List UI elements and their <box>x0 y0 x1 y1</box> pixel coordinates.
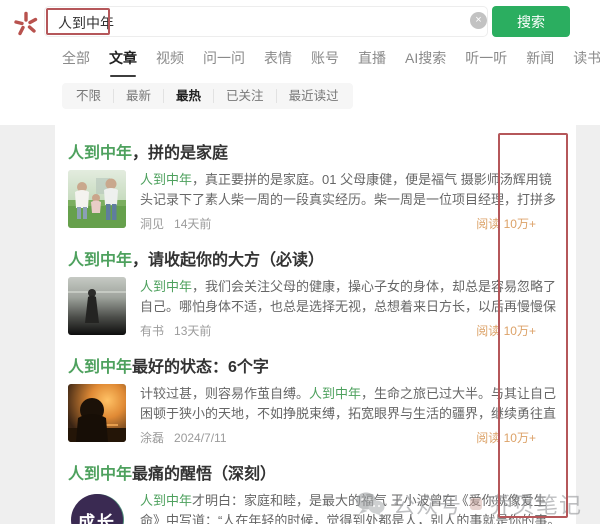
title-rest: ，请收起你的大方（必读） <box>132 252 325 269</box>
tab-ai-search[interactable]: AI搜索 <box>405 48 446 77</box>
title-keyword: 人到中年 <box>68 359 133 376</box>
snippet-text: ，真正要拼的是家庭。01 父母康健，便是福气 摄影师汤辉用镜头记录下了素人柴一周… <box>140 172 557 207</box>
title-rest: ，拼的是家庭 <box>132 145 229 162</box>
tab-video[interactable]: 视频 <box>156 48 184 77</box>
snippet-keyword: 人到中年 <box>309 386 362 401</box>
result-title[interactable]: 人到中年最痛的醒悟（深刻） <box>68 460 564 484</box>
title-rest: 最好的状态：6个字 <box>132 359 269 376</box>
result-date: 14天前 <box>174 217 212 231</box>
thumbnail-sunset-silhouette[interactable] <box>68 384 126 442</box>
tab-accounts[interactable]: 账号 <box>311 48 339 77</box>
title-rest: 最痛的醒悟（深刻） <box>132 466 277 483</box>
result-date: 13天前 <box>174 324 212 338</box>
result-date: 2024/7/11 <box>174 430 227 445</box>
result-snippet: 人到中年，真正要拼的是家庭。01 父母康健，便是福气 摄影师汤辉用镜头记录下了素… <box>140 170 564 210</box>
search-button[interactable]: 搜索 <box>492 6 570 37</box>
search-bar-row: 人到中年 × 搜索 <box>0 0 600 44</box>
result-source[interactable]: 有书 <box>140 322 164 339</box>
result-snippet: 计较过甚，则容易作茧自缚。人到中年，生命之旅已过大半。与其让自己困顿于狭小的天地… <box>140 384 564 424</box>
tab-articles[interactable]: 文章 <box>109 48 137 77</box>
result-item-1: 人到中年，拼的是家庭 人到中年，真正要拼的是家庭。01 父母康健，便是福气 摄影… <box>68 139 564 232</box>
clear-search-icon[interactable]: × <box>470 12 487 29</box>
search-query-text[interactable]: 人到中年 <box>58 13 114 33</box>
result-title[interactable]: 人到中年，拼的是家庭 <box>68 139 564 163</box>
result-title[interactable]: 人到中年，请收起你的大方（必读） <box>68 246 564 270</box>
read-count-badge: 阅读 10万+ <box>476 324 536 338</box>
filter-bar: 不限 最新 最热 已关注 最近读过 <box>62 83 353 109</box>
title-keyword: 人到中年 <box>68 466 133 483</box>
tab-books[interactable]: 读书 <box>573 48 600 77</box>
filter-recently-read[interactable]: 最近读过 <box>275 89 351 103</box>
thumbnail-family-walking-on-grass[interactable] <box>68 170 126 228</box>
filter-latest[interactable]: 最新 <box>113 89 163 103</box>
filter-unlimited[interactable]: 不限 <box>64 89 113 103</box>
read-count-badge: 阅读 10万+ <box>476 217 536 231</box>
filter-following[interactable]: 已关注 <box>213 89 276 103</box>
sogou-asterisk-logo <box>14 11 38 36</box>
snippet-text: ，我们会关注父母的健康，操心子女的身体，却总是容易忽略了自己。哪怕身体不适，也总… <box>140 279 557 314</box>
result-snippet: 人到中年才明白：家庭和睦，是最大的福气 王小波曾在《爱你就像爱生命》中写道：“人… <box>140 491 564 524</box>
thumbnail-person-standing-on-beach[interactable] <box>68 277 126 335</box>
result-item-3: 人到中年最好的状态：6个字 计较过甚，则容易作茧自缚。人到中年，生命之旅已过大半… <box>68 353 564 446</box>
snippet-keyword: 人到中年 <box>140 172 193 187</box>
results-card: 人到中年，拼的是家庭 人到中年，真正要拼的是家庭。01 父母康健，便是福气 摄影… <box>55 125 576 524</box>
tab-live[interactable]: 直播 <box>358 48 386 77</box>
snippet-text: 才明白：家庭和睦，是最大的福气 王小波曾在《爱你就像爱生命》中写道：“人在年轻的… <box>140 493 561 524</box>
read-count-badge: 阅读 10万+ <box>476 431 536 445</box>
tab-qa[interactable]: 问一问 <box>203 48 245 77</box>
snippet-keyword: 人到中年 <box>140 279 193 294</box>
snippet-keyword: 人到中年 <box>140 493 193 508</box>
filter-hottest[interactable]: 最热 <box>163 89 213 103</box>
tab-stickers[interactable]: 表情 <box>264 48 292 77</box>
result-item-4: 人到中年最痛的醒悟（深刻） 成长 人到中年才明白：家庭和睦，是最大的福气 王小波… <box>68 460 564 524</box>
tab-all[interactable]: 全部 <box>62 48 90 77</box>
result-snippet: 人到中年，我们会关注父母的健康，操心子女的身体，却总是容易忽略了自己。哪怕身体不… <box>140 277 564 317</box>
result-source[interactable]: 洞见 <box>140 215 164 232</box>
snippet-text: 计较过甚，则容易作茧自缚。 <box>140 386 310 401</box>
result-source[interactable]: 涂磊 <box>140 429 164 446</box>
search-results-area: 人到中年，拼的是家庭 人到中年，真正要拼的是家庭。01 父母康健，便是福气 摄影… <box>0 125 600 524</box>
title-keyword: 人到中年 <box>68 252 133 269</box>
search-header: 人到中年 × 搜索 全部 文章 视频 问一问 表情 账号 直播 AI搜索 听一听… <box>0 0 600 125</box>
tab-news[interactable]: 新闻 <box>526 48 554 77</box>
tab-listen[interactable]: 听一听 <box>465 48 507 77</box>
growth-circle: 成长 <box>71 494 123 524</box>
result-item-2: 人到中年，请收起你的大方（必读） 人到中年，我们会关注父母的健康，操心子女的身体… <box>68 246 564 339</box>
category-tabs: 全部 文章 视频 问一问 表情 账号 直播 AI搜索 听一听 新闻 读书 ＞ <box>0 44 600 77</box>
result-title[interactable]: 人到中年最好的状态：6个字 <box>68 353 564 377</box>
title-keyword: 人到中年 <box>68 145 133 162</box>
thumbnail-growth-badge[interactable]: 成长 <box>68 491 126 524</box>
